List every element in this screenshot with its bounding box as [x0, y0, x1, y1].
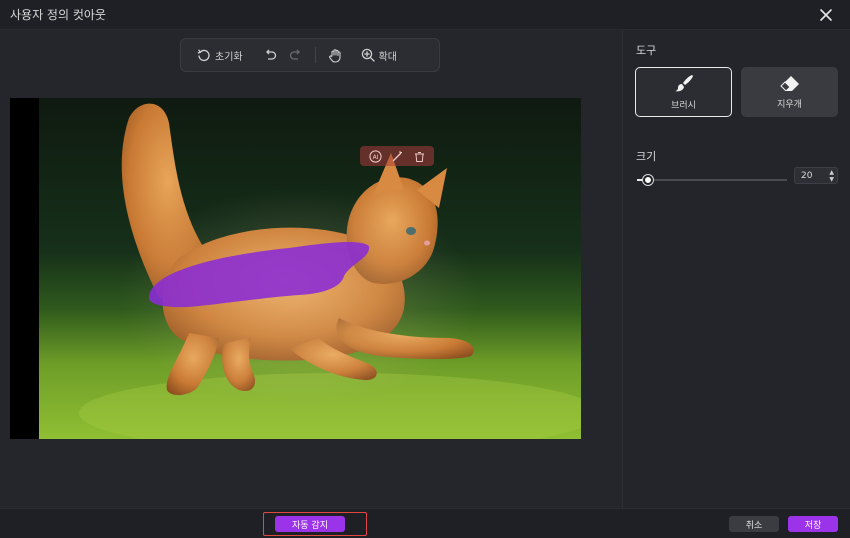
brush-label: 브러시 — [671, 100, 696, 111]
cancel-button[interactable]: 취소 — [729, 516, 779, 532]
tool-panel: 도구 브러시 지우개 크기 20 ▲ ▼ — [622, 30, 850, 508]
eraser-icon — [779, 75, 799, 91]
toolbar-divider — [314, 47, 316, 63]
zoom-in-icon — [361, 48, 375, 62]
kitten-photo: AI — [39, 98, 581, 439]
slider-track — [637, 179, 787, 181]
close-button[interactable] — [816, 5, 836, 25]
hand-icon — [328, 48, 341, 63]
dialog-title: 사용자 정의 컷아웃 — [10, 8, 106, 22]
eraser-tool-button[interactable]: 지우개 — [741, 67, 838, 117]
auto-detect-button[interactable]: 자동 감지 — [275, 516, 345, 532]
image-canvas[interactable]: AI — [10, 98, 581, 439]
size-heading: 크기 — [636, 150, 657, 163]
svg-text:AI: AI — [372, 154, 378, 161]
canvas-toolbar: 초기화 확대 — [180, 38, 440, 72]
eraser-label: 지우개 — [777, 99, 802, 110]
zoom-in-button[interactable]: 확대 — [355, 42, 403, 68]
stepper-up-icon[interactable]: ▲ — [829, 169, 834, 176]
size-stepper[interactable]: ▲ ▼ — [829, 169, 834, 183]
reset-button[interactable]: 초기화 — [191, 42, 249, 68]
title-bar: 사용자 정의 컷아웃 — [0, 0, 850, 30]
pan-button[interactable] — [322, 42, 349, 68]
undo-icon — [265, 49, 276, 60]
trash-icon — [414, 151, 424, 162]
brush-tool-button[interactable]: 브러시 — [635, 67, 732, 117]
reset-label: 초기화 — [215, 51, 243, 63]
reset-icon — [197, 49, 210, 62]
save-button[interactable]: 저장 — [788, 516, 838, 532]
brush-icon — [674, 74, 693, 91]
tools-heading: 도구 — [636, 44, 657, 57]
brush-size-input[interactable]: 20 ▲ ▼ — [794, 167, 838, 184]
redo-button[interactable] — [283, 42, 309, 68]
brush-size-value: 20 — [801, 170, 813, 181]
canvas-area: 초기화 확대 AI — [0, 30, 622, 508]
ai-icon: AI — [368, 149, 382, 163]
ai-tool-chip[interactable]: AI — [360, 146, 434, 166]
wand-icon — [392, 150, 402, 161]
undo-button[interactable] — [257, 42, 283, 68]
close-icon — [820, 9, 832, 21]
slider-thumb[interactable] — [643, 175, 653, 185]
footer-bar: 자동 감지 취소 저장 — [0, 508, 850, 538]
redo-icon — [289, 49, 300, 60]
stepper-down-icon[interactable]: ▼ — [829, 176, 834, 183]
custom-cutout-dialog: 사용자 정의 컷아웃 초기화 확대 AI 도구 브러시 지우개 크기 20 ▲ … — [0, 0, 850, 538]
brush-size-slider[interactable] — [637, 174, 787, 186]
zoom-in-label: 확대 — [378, 51, 398, 63]
